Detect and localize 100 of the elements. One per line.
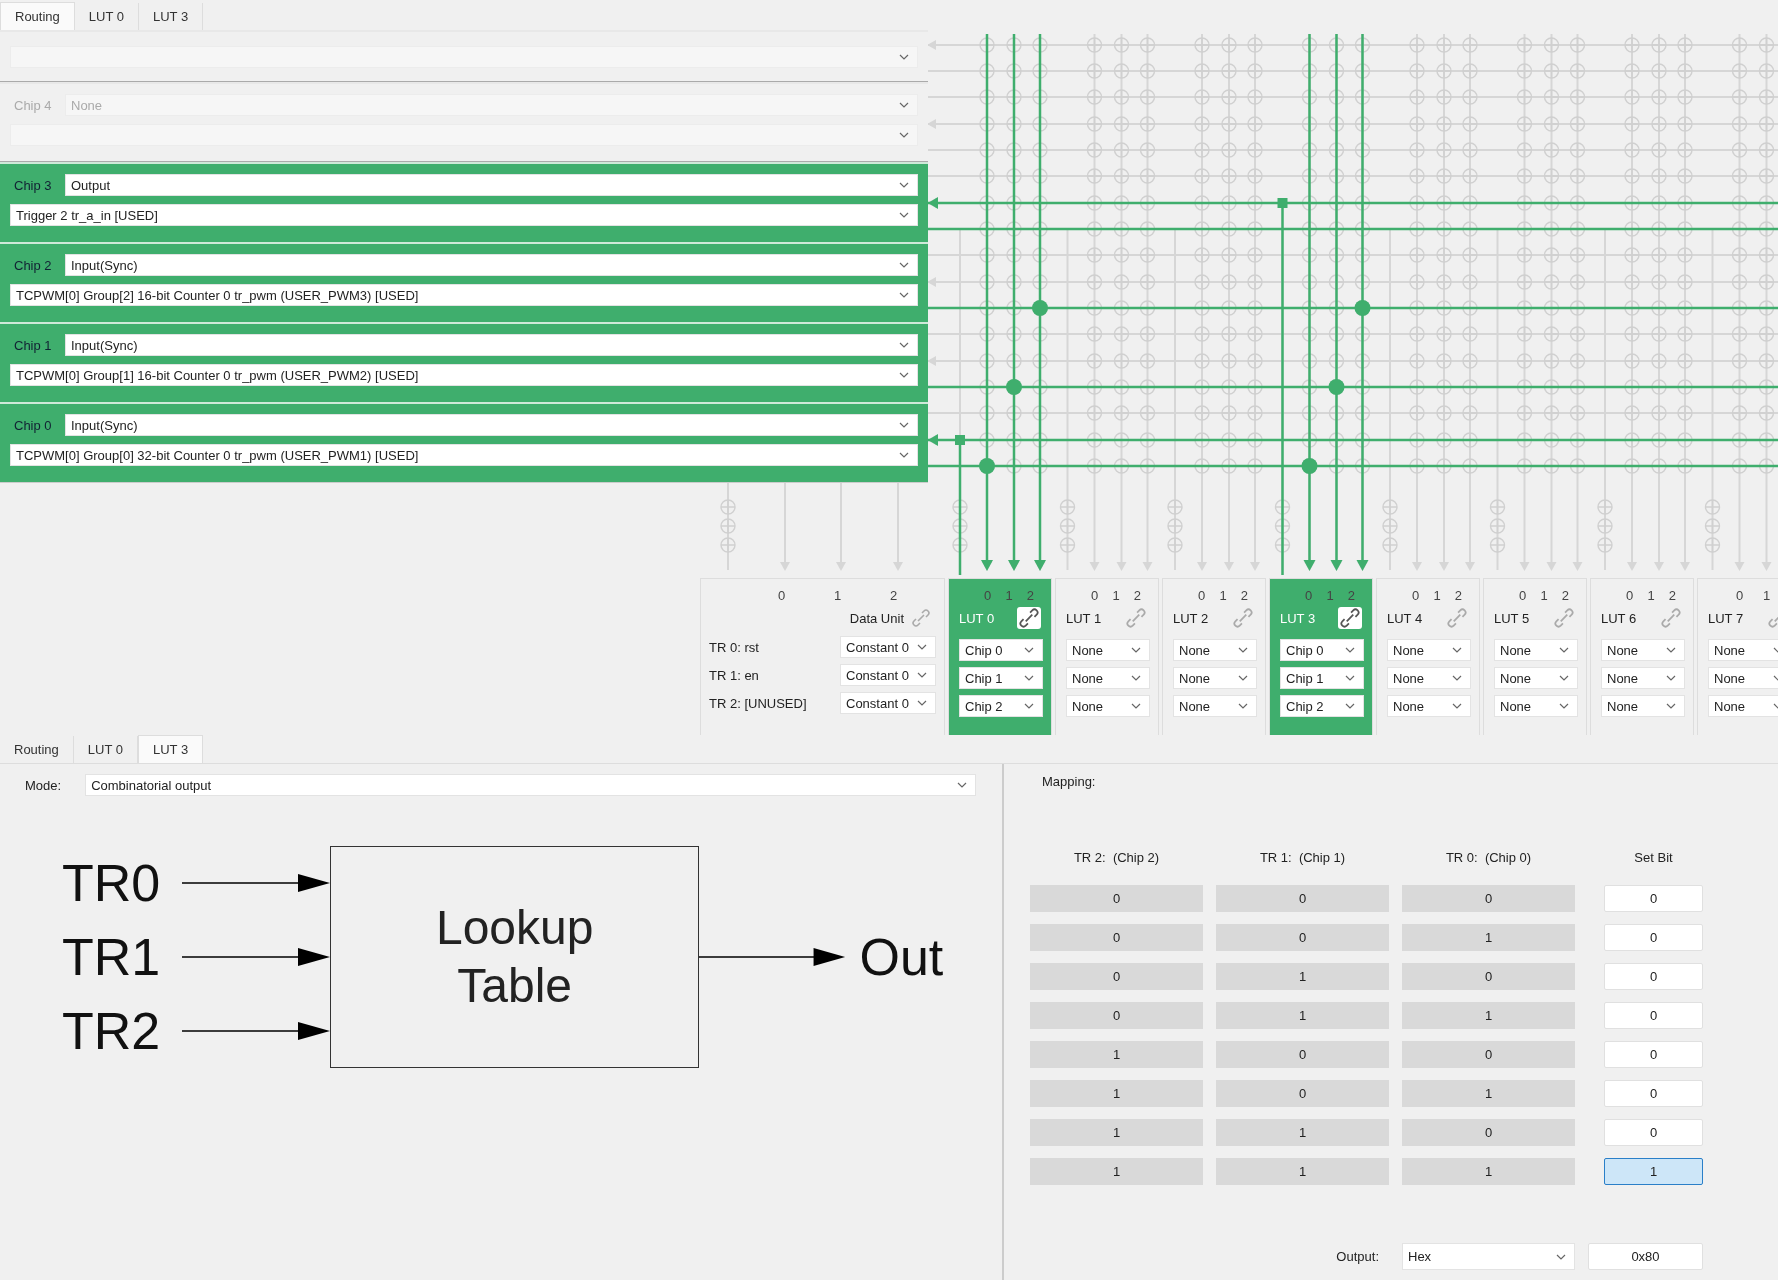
trigger-dropdown[interactable]: Constant 0 (840, 636, 936, 658)
table-cell: 0 (1030, 885, 1203, 912)
lut-input-dropdown[interactable]: None (1066, 639, 1150, 661)
chip-label: Chip 4 (13, 97, 53, 113)
chip-label: Chip 0 (13, 417, 53, 433)
chevron-down-icon (899, 452, 909, 458)
tab[interactable]: Routing (0, 2, 75, 30)
lut-input-dropdown[interactable]: Chip 1 (1280, 667, 1364, 689)
trigger-dropdown[interactable]: Constant 0 (840, 692, 936, 714)
lut-input-dropdown[interactable]: None (1601, 667, 1685, 689)
table-cell: 1 (1030, 1158, 1203, 1185)
set-bit-field[interactable]: 1 (1604, 1158, 1703, 1185)
column-header: TR 0: (Chip 0) (1444, 850, 1533, 865)
lut-input-dropdown[interactable]: None (1708, 695, 1778, 717)
column-number: 0 (983, 588, 993, 603)
column-header: TR 1: (Chip 1) (1258, 850, 1347, 865)
chip-signal-dropdown[interactable] (10, 124, 918, 146)
lut-panel[interactable]: 0 1 2 LUT 6 None None None (1590, 578, 1694, 738)
lut-input-dropdown[interactable]: None (1066, 695, 1150, 717)
lut-input-dropdown[interactable]: None (1494, 695, 1578, 717)
chevron-down-icon (1559, 675, 1569, 681)
lut-input-dropdown[interactable]: Chip 2 (1280, 695, 1364, 717)
lut-input-dropdown[interactable]: None (1601, 695, 1685, 717)
link-icon[interactable] (1338, 607, 1362, 629)
chevron-down-icon (1345, 675, 1355, 681)
chip-mode-dropdown[interactable]: Output (65, 174, 918, 196)
table-cell: 1 (1402, 1080, 1575, 1107)
lut-panel[interactable]: 0 1 2 LUT 5 None None None (1483, 578, 1587, 738)
set-bit-field[interactable]: 0 (1604, 1002, 1703, 1029)
set-bit-field[interactable]: 0 (1604, 1119, 1703, 1146)
chevron-down-icon (899, 102, 909, 108)
link-icon[interactable] (1017, 607, 1041, 629)
lut-input-dropdown[interactable]: None (1387, 695, 1471, 717)
chip-mode-dropdown[interactable]: Input(Sync) (65, 334, 918, 356)
set-bit-field[interactable]: 0 (1604, 1041, 1703, 1068)
panel-title: LUT 7 (1708, 610, 1744, 626)
lookup-table-block: Lookup Table (330, 846, 700, 1068)
chevron-down-icon (1131, 675, 1141, 681)
trigger-dropdown[interactable]: Constant 0 (840, 664, 936, 686)
table-cell: 0 (1402, 885, 1575, 912)
trigger-label: TR 2: [UNUSED] (709, 695, 807, 711)
chevron-down-icon (899, 292, 909, 298)
chevron-down-icon (1556, 1253, 1566, 1260)
lut-input-dropdown[interactable]: None (1494, 667, 1578, 689)
set-bit-field[interactable]: 0 (1604, 885, 1703, 912)
panel-title: LUT 4 (1387, 610, 1423, 626)
tab[interactable]: LUT 0 (73, 736, 138, 763)
lut-input-dropdown[interactable]: Chip 0 (959, 639, 1043, 661)
chevron-down-icon (1452, 675, 1462, 681)
output-value-field[interactable]: 0x80 (1588, 1243, 1703, 1270)
lut-panel[interactable]: 0 1 2 LUT 2 None None None (1162, 578, 1266, 738)
tab[interactable]: LUT 3 (138, 735, 204, 763)
column-number: 0 (1625, 588, 1635, 603)
chip-mode-dropdown[interactable]: Input(Sync) (65, 414, 918, 436)
lut-input-dropdown[interactable]: None (1173, 667, 1257, 689)
lut-input-dropdown[interactable]: None (1387, 639, 1471, 661)
lut-input-dropdown[interactable]: Chip 1 (959, 667, 1043, 689)
tab[interactable]: Routing (0, 736, 74, 763)
lut-input-dropdown[interactable]: None (1708, 639, 1778, 661)
lut-input-dropdown[interactable]: None (1387, 667, 1471, 689)
chevron-down-icon (899, 212, 909, 218)
lut-panel[interactable]: 0 1 2 LUT 1 None None None (1055, 578, 1159, 738)
lut-input-dropdown[interactable]: None (1601, 639, 1685, 661)
chip-signal-dropdown[interactable]: TCPWM[0] Group[1] 16-bit Counter 0 tr_pwm (USER_PWM2) [USED] (10, 364, 918, 386)
set-bit-field[interactable]: 0 (1604, 924, 1703, 951)
set-bit-field[interactable]: 0 (1604, 1080, 1703, 1107)
chevron-down-icon (1345, 647, 1355, 653)
lut-input-dropdown[interactable]: None (1494, 639, 1578, 661)
column-number: 0 (776, 588, 787, 603)
chip-label: Chip 2 (13, 257, 53, 273)
lut-input-dropdown[interactable]: None (1173, 695, 1257, 717)
table-cell: 1 (1030, 1041, 1203, 1068)
lut-input-dropdown[interactable]: None (1066, 667, 1150, 689)
chevron-down-icon (917, 672, 927, 678)
lut-panel[interactable]: 0 1 2 LUT 0 Chip 0 Chip 1 Chip 2 (948, 578, 1052, 738)
lut-panel[interactable]: 0 1 LUT 7 None None None (1697, 578, 1778, 738)
panel-title: LUT 0 (959, 610, 995, 626)
column-number: 1 (832, 588, 843, 603)
chip-signal-dropdown[interactable] (10, 46, 918, 68)
chip-signal-dropdown[interactable]: Trigger 2 tr_a_in [USED] (10, 204, 918, 226)
chip-signal-dropdown[interactable]: TCPWM[0] Group[0] 32-bit Counter 0 tr_pwm (USER_PWM1) [USED] (10, 444, 918, 466)
chip-mode-dropdown[interactable]: Input(Sync) (65, 254, 918, 276)
table-cell: 0 (1216, 1080, 1389, 1107)
column-number: 1 (1004, 588, 1014, 603)
set-bit-field[interactable]: 0 (1604, 963, 1703, 990)
column-number: 0 (1518, 588, 1528, 603)
panel-title: LUT 5 (1494, 610, 1530, 626)
lut-panel[interactable]: 0 1 2 LUT 3 Chip 0 Chip 1 Chip 2 (1269, 578, 1373, 738)
table-cell: 0 (1030, 1002, 1203, 1029)
chevron-down-icon (899, 262, 909, 268)
table-cell: 1 (1216, 1002, 1389, 1029)
lut-panel[interactable]: 0 1 2 LUT 4 None None None (1376, 578, 1480, 738)
lut-input-dropdown[interactable]: None (1173, 639, 1257, 661)
lut-input-dropdown[interactable]: Chip 0 (1280, 639, 1364, 661)
chip-signal-dropdown[interactable]: TCPWM[0] Group[2] 16-bit Counter 0 tr_pwm (USER_PWM3) [USED] (10, 284, 918, 306)
lut-input-dropdown[interactable]: None (1708, 667, 1778, 689)
column-number: 2 (1560, 588, 1570, 603)
lut-input-dropdown[interactable]: Chip 2 (959, 695, 1043, 717)
mode-dropdown[interactable]: Combinatorial output (85, 774, 976, 796)
output-format-dropdown[interactable]: Hex (1402, 1243, 1575, 1270)
